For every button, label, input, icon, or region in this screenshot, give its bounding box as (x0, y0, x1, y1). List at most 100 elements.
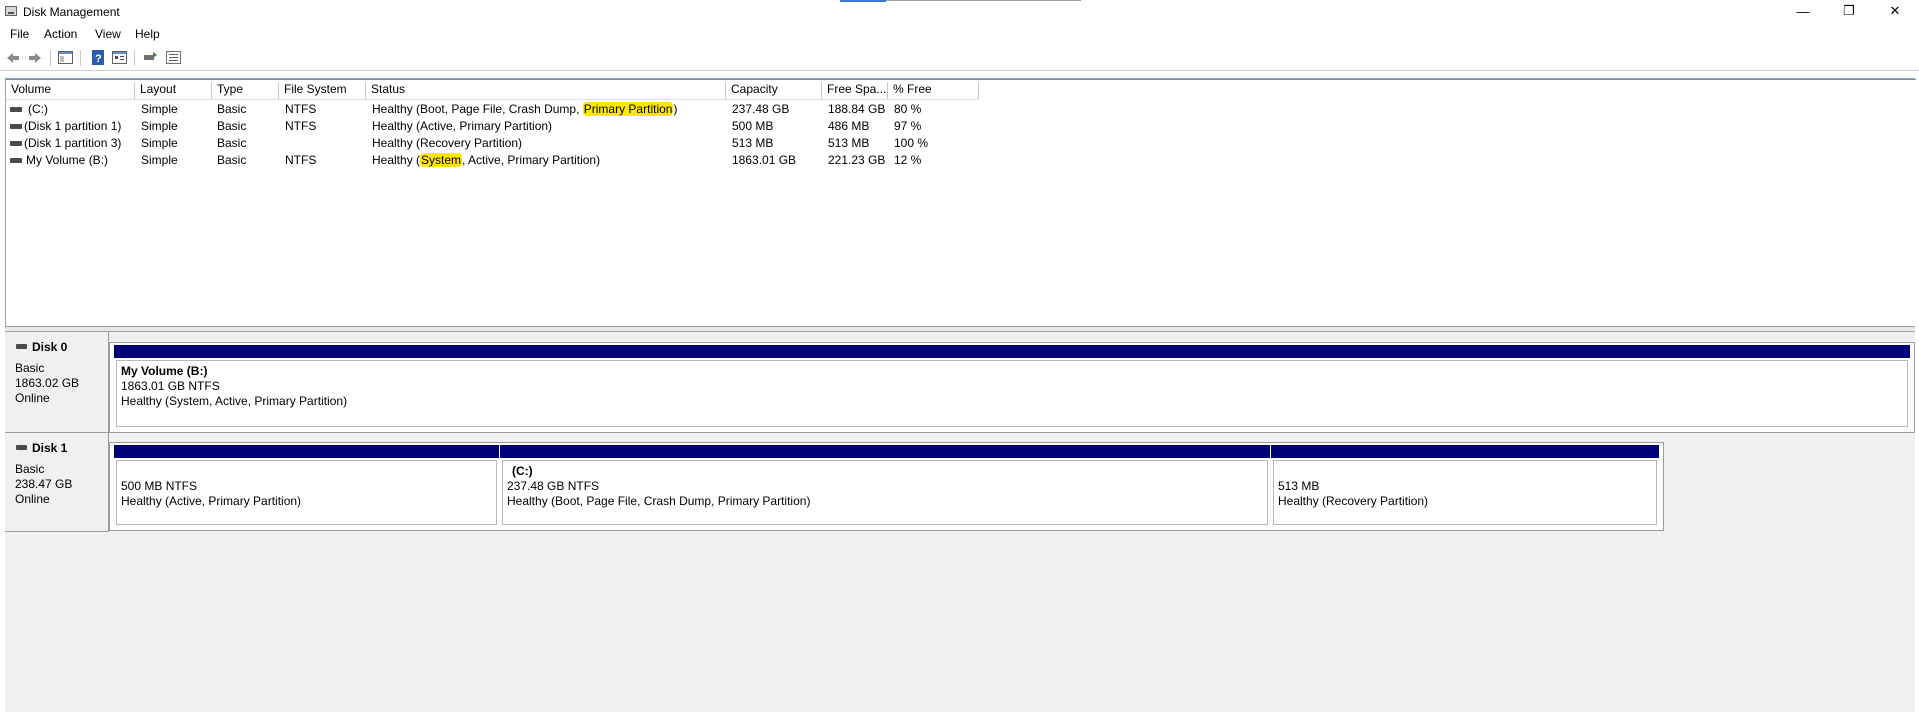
disk-1-partition-area: 500 MB NTFS Healthy (Active, Primary Par… (109, 442, 1664, 531)
partition-size-fs: 500 MB NTFS (121, 479, 198, 493)
disk-size: 238.47 GB (15, 477, 73, 491)
cell-status: Healthy (System, Active, Primary Partiti… (372, 152, 600, 169)
toolbar-separator (50, 50, 51, 66)
column-header-type[interactable]: Type (212, 82, 279, 99)
properties-icon[interactable] (112, 50, 127, 65)
cell-volume: My Volume (B:) (26, 153, 109, 167)
toolbar-separator (80, 50, 81, 66)
column-header-file-system[interactable]: File System (279, 82, 366, 99)
table-row[interactable]: (Disk 1 partition 3) Simple Basic Health… (6, 135, 1006, 152)
partition-color-bar (114, 445, 499, 458)
column-header-status[interactable]: Status (366, 82, 726, 99)
column-header-free-space[interactable]: Free Spa... (822, 82, 888, 99)
partition-details: (C:) 237.48 GB NTFS Healthy (Boot, Page … (502, 460, 1268, 525)
partition-size-fs: 1863.01 GB NTFS (121, 379, 220, 393)
header-divider (6, 99, 979, 100)
menu-action[interactable]: Action (44, 27, 77, 41)
title-accent-line (840, 0, 886, 2)
partition-name: My Volume (B:) (121, 364, 208, 378)
disk-management-app-icon (5, 6, 17, 16)
table-row[interactable]: My Volume (B:) Simple Basic NTFS Healthy… (6, 152, 1006, 169)
cell-type: Basic (217, 153, 247, 167)
disk-name: Disk 0 (32, 340, 68, 354)
disk-type: Basic (15, 361, 45, 375)
column-header-capacity[interactable]: Capacity (726, 82, 822, 99)
partition-disk1-part1[interactable]: 500 MB NTFS Healthy (Active, Primary Par… (114, 445, 499, 527)
cell-layout: Simple (141, 136, 178, 150)
settings-list-icon[interactable] (166, 50, 181, 65)
cell-percent-free: 97 % (894, 119, 922, 133)
partition-color-bar (114, 345, 1910, 358)
menu-bar: File Action View Help (0, 24, 1919, 44)
partition-status: Healthy (System, Active, Primary Partiti… (121, 394, 348, 408)
column-header-percent-free[interactable]: % Free (888, 82, 979, 99)
cell-capacity: 500 MB (732, 119, 774, 133)
back-arrow-icon[interactable] (5, 50, 20, 65)
status-text-end: , Active, Primary Partition) (462, 153, 601, 167)
menu-view[interactable]: View (95, 27, 121, 41)
partition-c-drive[interactable]: (C:) 237.48 GB NTFS Healthy (Boot, Page … (500, 445, 1270, 527)
column-header-volume[interactable]: Volume (6, 82, 135, 99)
cell-capacity: 1863.01 GB (732, 153, 797, 167)
cell-volume: (Disk 1 partition 1) (24, 119, 122, 133)
partition-size-fs: 237.48 GB NTFS (507, 479, 600, 493)
toolbar-divider (0, 70, 1919, 71)
cell-status: Healthy (Active, Primary Partition) (372, 118, 552, 135)
title-accent-line-2 (886, 0, 1081, 1)
disk-0-partition-area: My Volume (B:) 1863.01 GB NTFS Healthy (… (109, 342, 1915, 433)
svg-text:?: ? (95, 53, 102, 65)
cell-file-system: NTFS (285, 153, 317, 167)
partition-size-fs: 513 MB (1278, 479, 1320, 493)
cell-free-space: 513 MB (828, 136, 870, 150)
cell-free-space: 188.84 GB (828, 102, 886, 116)
status-text: Healthy ( (372, 153, 421, 167)
cell-capacity: 513 MB (732, 136, 774, 150)
help-icon[interactable]: ? (90, 50, 105, 65)
toolbar-separator (134, 50, 135, 66)
volume-icon (10, 124, 22, 129)
partition-details: My Volume (B:) 1863.01 GB NTFS Healthy (… (116, 360, 1908, 427)
column-header-layout[interactable]: Layout (135, 82, 212, 99)
volume-icon (10, 158, 22, 163)
partition-color-bar (1271, 445, 1659, 458)
toolbar: ? (0, 46, 1919, 69)
menu-file[interactable]: File (10, 27, 29, 41)
menu-help[interactable]: Help (135, 27, 160, 41)
cell-file-system: NTFS (285, 102, 317, 116)
status-highlight: Primary Partition (582, 102, 674, 116)
partition-disk1-part3[interactable]: 513 MB Healthy (Recovery Partition) (1271, 445, 1659, 527)
partition-details: 500 MB NTFS Healthy (Active, Primary Par… (116, 460, 497, 525)
cell-volume: (Disk 1 partition 3) (24, 136, 122, 150)
partition-status: Healthy (Recovery Partition) (1278, 494, 1429, 508)
partition-my-volume-b[interactable]: My Volume (B:) 1863.01 GB NTFS Healthy (… (114, 345, 1910, 429)
partition-status: Healthy (Active, Primary Partition) (121, 494, 302, 508)
minimize-button[interactable]: — (1780, 0, 1826, 22)
disk-state: Online (15, 492, 50, 506)
cell-type: Basic (217, 136, 247, 150)
cell-layout: Simple (141, 153, 178, 167)
close-button[interactable]: ✕ (1872, 0, 1918, 22)
cell-status: Healthy (Boot, Page File, Crash Dump, Pr… (372, 101, 677, 118)
volume-list: Volume Layout Type File System Status Ca… (5, 79, 1916, 327)
partition-color-bar (500, 445, 1270, 458)
cell-percent-free: 12 % (894, 153, 922, 167)
cell-free-space: 486 MB (828, 119, 870, 133)
disk-0-label[interactable]: Disk 0 Basic 1863.02 GB Online (5, 332, 109, 433)
partition-name (1278, 464, 1652, 479)
restore-button[interactable]: ❐ (1826, 0, 1872, 22)
show-hide-console-tree-icon[interactable] (58, 50, 73, 65)
cell-status: Healthy (Recovery Partition) (372, 135, 522, 152)
disk-name: Disk 1 (32, 441, 68, 455)
refresh-icon[interactable] (143, 50, 158, 65)
table-row[interactable]: (Disk 1 partition 1) Simple Basic NTFS H… (6, 118, 1006, 135)
cell-capacity: 237.48 GB (732, 102, 790, 116)
cell-percent-free: 80 % (894, 102, 922, 116)
volume-icon (10, 107, 22, 112)
disk-graphical-view: Disk 0 Basic 1863.02 GB Online My Volume… (5, 332, 1915, 712)
title-bar: Disk Management — ❐ ✕ (0, 0, 1919, 24)
forward-arrow-icon[interactable] (27, 50, 42, 65)
disk-type: Basic (15, 462, 45, 476)
table-row[interactable]: (C:) Simple Basic NTFS Healthy (Boot, Pa… (6, 101, 1006, 118)
cell-volume: (C:) (28, 102, 48, 116)
disk-1-label[interactable]: Disk 1 Basic 238.47 GB Online (5, 433, 109, 532)
